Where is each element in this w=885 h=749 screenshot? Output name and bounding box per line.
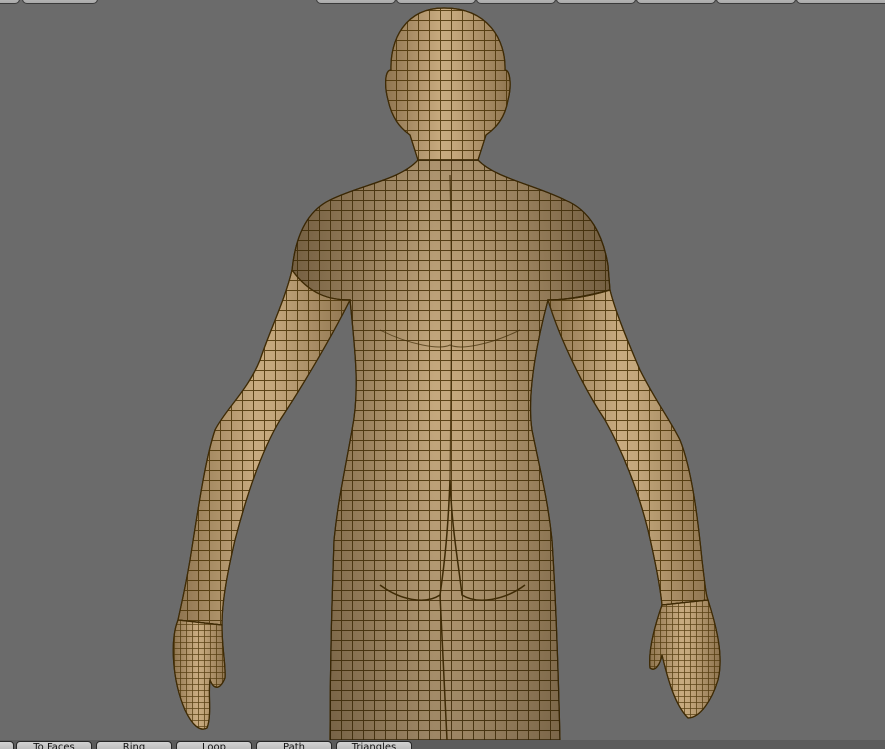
mesh-render[interactable] (0, 0, 885, 740)
loop-button[interactable]: Loop (176, 741, 252, 749)
3d-viewport[interactable] (0, 0, 885, 740)
human-figure (172, 7, 721, 740)
to-faces-button[interactable]: To Faces (16, 741, 92, 749)
bottom-toolbar: To Faces Ring Loop Path Triangles (0, 740, 885, 749)
triangles-button[interactable]: Triangles (336, 741, 412, 749)
path-button[interactable]: Path (256, 741, 332, 749)
ring-button[interactable]: Ring (96, 741, 172, 749)
toolbar-button-edge[interactable] (0, 741, 14, 749)
